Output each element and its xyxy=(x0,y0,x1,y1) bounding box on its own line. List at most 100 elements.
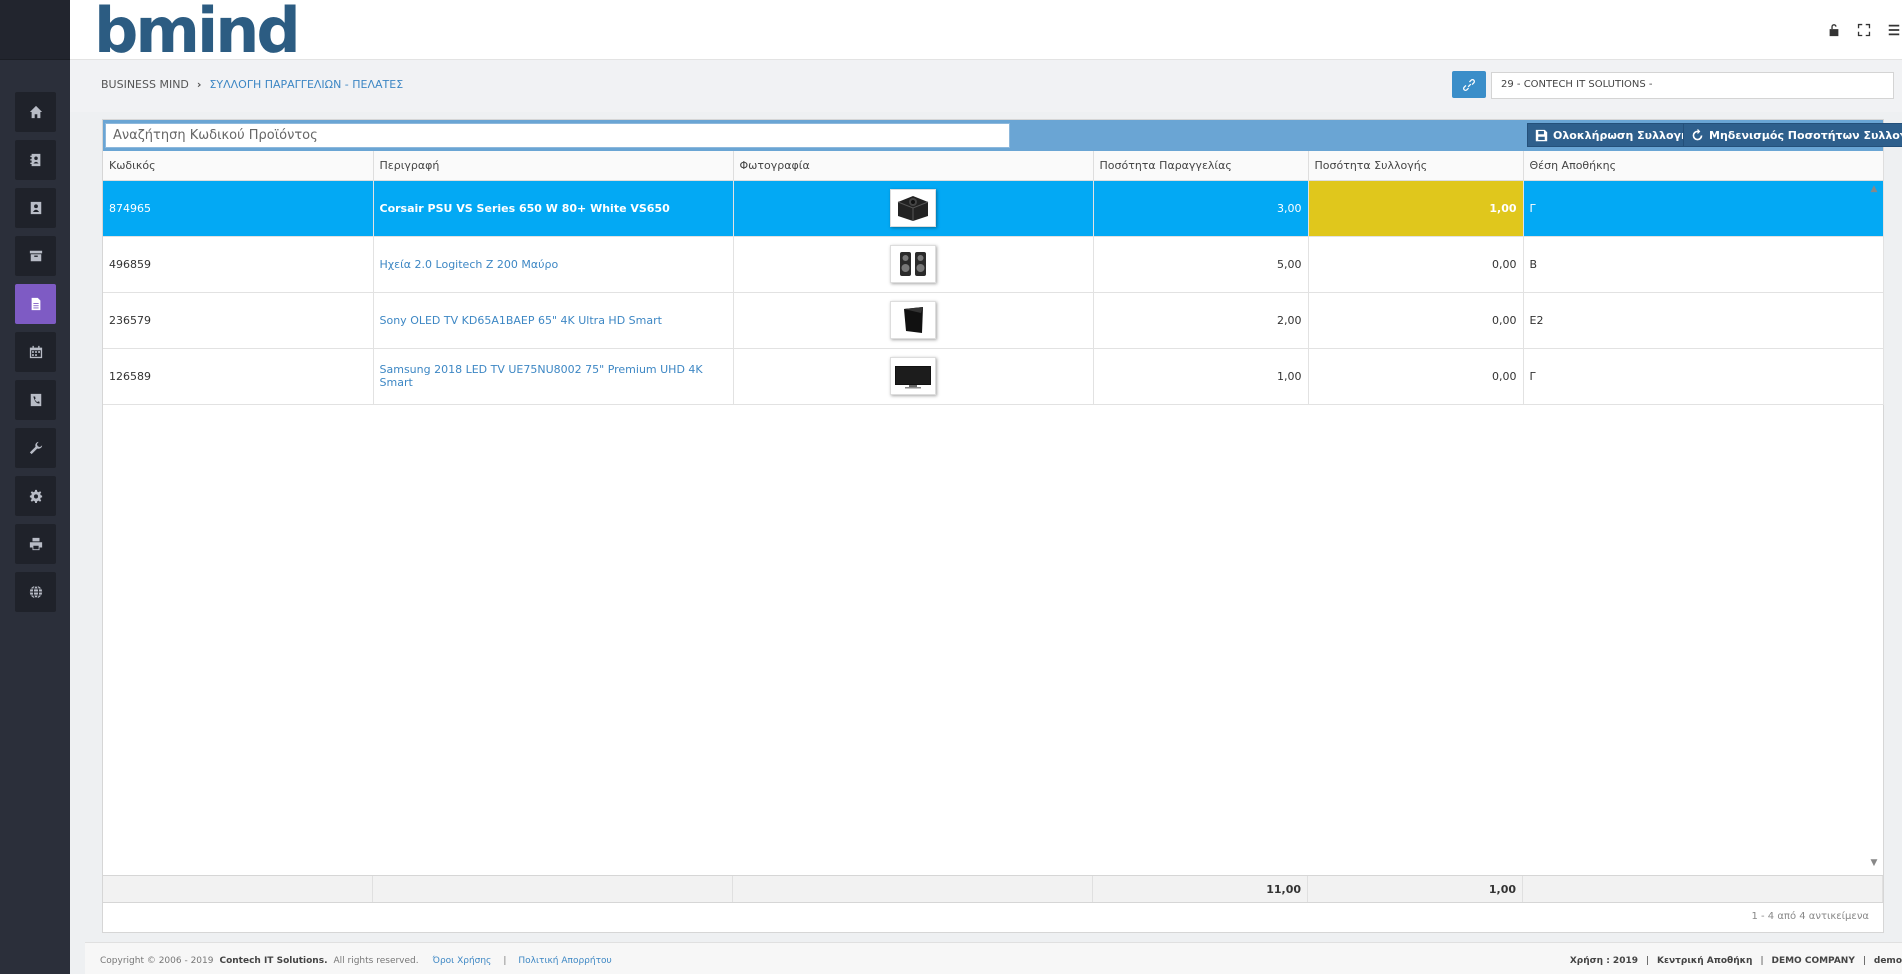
lock-button[interactable] xyxy=(1826,22,1842,38)
document-icon xyxy=(31,297,40,311)
table-row[interactable]: 874965 Corsair PSU VS Series 650 W 80+ W… xyxy=(103,180,1884,237)
sidebar-item-contacts[interactable] xyxy=(15,188,56,228)
complete-collection-label: Ολοκλήρωση Συλλογής xyxy=(1553,128,1696,142)
product-photo-psu[interactable] xyxy=(890,189,936,227)
logo-text: bmind xyxy=(94,0,301,67)
menu-button[interactable] xyxy=(1886,22,1902,38)
footer-separator: | xyxy=(503,956,507,966)
cell-ordered-qty: 3,00 xyxy=(1093,180,1309,237)
column-header-picked-qty[interactable]: Ποσότητα Συλλογής xyxy=(1308,151,1524,181)
save-icon xyxy=(1535,129,1548,141)
table-row[interactable]: 236579 Sony OLED TV KD65A1BAEP 65" 4K Ul… xyxy=(103,292,1884,349)
footer-separator: | xyxy=(1862,956,1866,966)
complete-collection-button[interactable]: Ολοκλήρωση Συλλογής xyxy=(1527,123,1704,147)
product-code-search-input[interactable] xyxy=(105,123,1010,148)
sidebar-item-settings[interactable] xyxy=(15,476,56,516)
total-cell-empty xyxy=(103,876,373,902)
globe-icon xyxy=(29,585,42,599)
footer-company: DEMO COMPANY xyxy=(1771,956,1855,966)
sidebar-item-tools[interactable] xyxy=(15,428,56,468)
cell-location: Ε2 xyxy=(1523,292,1884,349)
sidebar-item-home[interactable] xyxy=(15,92,56,132)
column-header-ordered-qty[interactable]: Ποσότητα Παραγγελίας xyxy=(1093,151,1309,181)
cell-picked-qty[interactable]: 0,00 xyxy=(1308,348,1524,405)
footer-right: Χρήση : 2019 | Κεντρική Αποθήκη | DEMO C… xyxy=(1570,956,1902,966)
unlock-icon xyxy=(1829,24,1839,37)
hamburger-icon xyxy=(1888,24,1900,36)
cell-photo xyxy=(733,348,1094,405)
column-header-photo[interactable]: Φωτογραφία xyxy=(733,151,1094,181)
scroll-up-arrow[interactable]: ▲ xyxy=(1867,182,1881,196)
sidebar-item-web[interactable] xyxy=(15,572,56,612)
column-header-description[interactable]: Περιγραφή xyxy=(373,151,734,181)
sidebar-item-address-book[interactable] xyxy=(15,140,56,180)
footer-user: demo xyxy=(1873,956,1902,966)
footer-warehouse: Κεντρική Αποθήκη xyxy=(1657,956,1753,966)
cell-description[interactable]: Sony OLED TV KD65A1BAEP 65" 4K Ultra HD … xyxy=(373,292,734,349)
company-link-button[interactable] xyxy=(1452,71,1486,98)
cell-description[interactable]: Ηχεία 2.0 Logitech Z 200 Μαύρο xyxy=(373,236,734,293)
cell-location: Γ xyxy=(1523,348,1884,405)
cell-code: 496859 xyxy=(103,236,374,293)
cell-picked-qty[interactable]: 1,00 xyxy=(1308,180,1524,237)
cell-location: Β xyxy=(1523,236,1884,293)
breadcrumb-bar: BUSINESS MIND › ΣΥΛΛΟΓΗ ΠΑΡΑΓΓΕΛΙΩΝ - ΠΕ… xyxy=(70,60,1902,112)
breadcrumb-current[interactable]: ΣΥΛΛΟΓΗ ΠΑΡΑΓΓΕΛΙΩΝ - ΠΕΛΑΤΕΣ xyxy=(209,78,403,91)
sidebar-item-calendar[interactable] xyxy=(15,332,56,372)
cell-picked-qty[interactable]: 0,00 xyxy=(1308,292,1524,349)
column-header-location[interactable]: Θέση Αποθήκης xyxy=(1523,151,1884,181)
company-select[interactable]: 29 - CONTECH IT SOLUTIONS - xyxy=(1491,72,1894,99)
total-cell-empty xyxy=(373,876,733,902)
copyright-text: Copyright © 2006 - 2019 xyxy=(100,956,214,966)
cell-location: Γ xyxy=(1523,180,1884,237)
cell-photo xyxy=(733,236,1094,293)
breadcrumb: BUSINESS MIND › ΣΥΛΛΟΓΗ ΠΑΡΑΓΓΕΛΙΩΝ - ΠΕ… xyxy=(101,78,403,91)
order-items-table: Κωδικός Περιγραφή Φωτογραφία Ποσότητα Πα… xyxy=(103,151,1884,405)
column-header-code[interactable]: Κωδικός xyxy=(103,151,374,181)
product-photo-oled-tv[interactable] xyxy=(890,301,936,339)
breadcrumb-root[interactable]: BUSINESS MIND xyxy=(101,78,189,91)
link-icon xyxy=(1463,78,1475,91)
cell-code: 126589 xyxy=(103,348,374,405)
top-header: bmind xyxy=(70,0,1902,67)
cell-description[interactable]: Corsair PSU VS Series 650 W 80+ White VS… xyxy=(373,180,734,237)
gear-icon xyxy=(29,489,42,503)
sidebar-item-print[interactable] xyxy=(15,524,56,564)
copyright-rights: All rights reserved. xyxy=(333,956,419,966)
reset-quantities-button[interactable]: Μηδενισμός Ποσοτήτων Συλλογής xyxy=(1683,123,1902,147)
product-photo-led-tv[interactable] xyxy=(890,357,936,395)
grid-toolbar: Ολοκλήρωση Συλλογής Μηδενισμός Ποσοτήτων… xyxy=(103,120,1902,151)
privacy-link[interactable]: Πολιτική Απορρήτου xyxy=(518,956,611,966)
table-row[interactable]: 496859 Ηχεία 2.0 Logitech Z 200 Μαύρο 5,… xyxy=(103,236,1884,293)
cell-ordered-qty: 5,00 xyxy=(1093,236,1309,293)
reset-quantities-label: Μηδενισμός Ποσοτήτων Συλλογής xyxy=(1709,128,1902,142)
footer-left: Copyright © 2006 - 2019 Contech IT Solut… xyxy=(100,956,612,966)
header-actions xyxy=(1826,22,1902,38)
app-logo[interactable]: bmind xyxy=(94,0,301,67)
copyright-company: Contech IT Solutions. xyxy=(219,956,328,966)
footer-year: Χρήση : 2019 xyxy=(1569,956,1638,966)
total-cell-empty xyxy=(733,876,1093,902)
order-collection-panel: Ολοκλήρωση Συλλογής Μηδενισμός Ποσοτήτων… xyxy=(102,119,1902,933)
scroll-down-arrow[interactable]: ▼ xyxy=(1867,856,1881,870)
sidebar xyxy=(0,0,70,974)
sidebar-item-archive[interactable] xyxy=(15,236,56,276)
fullscreen-button[interactable] xyxy=(1856,22,1872,38)
footer-separator: | xyxy=(1760,956,1764,966)
refresh-icon xyxy=(1692,128,1703,140)
cell-picked-qty[interactable]: 0,00 xyxy=(1308,236,1524,293)
printer-icon xyxy=(29,537,42,551)
table-row[interactable]: 126589 Samsung 2018 LED TV UE75NU8002 75… xyxy=(103,348,1884,405)
total-ordered-qty: 11,00 xyxy=(1093,876,1308,902)
breadcrumb-separator: › xyxy=(196,78,202,91)
cell-ordered-qty: 2,00 xyxy=(1093,292,1309,349)
terms-link[interactable]: Όροι Χρήσης xyxy=(433,956,492,966)
calendar-icon xyxy=(29,345,42,359)
address-book-icon xyxy=(29,153,40,167)
pager-info: 1 - 4 από 4 αντικείμενα xyxy=(1751,911,1869,922)
cell-description[interactable]: Samsung 2018 LED TV UE75NU8002 75" Premi… xyxy=(373,348,734,405)
sidebar-item-documents[interactable] xyxy=(15,284,56,324)
cell-ordered-qty: 1,00 xyxy=(1093,348,1309,405)
product-photo-speakers[interactable] xyxy=(890,245,936,283)
sidebar-item-phone[interactable] xyxy=(15,380,56,420)
